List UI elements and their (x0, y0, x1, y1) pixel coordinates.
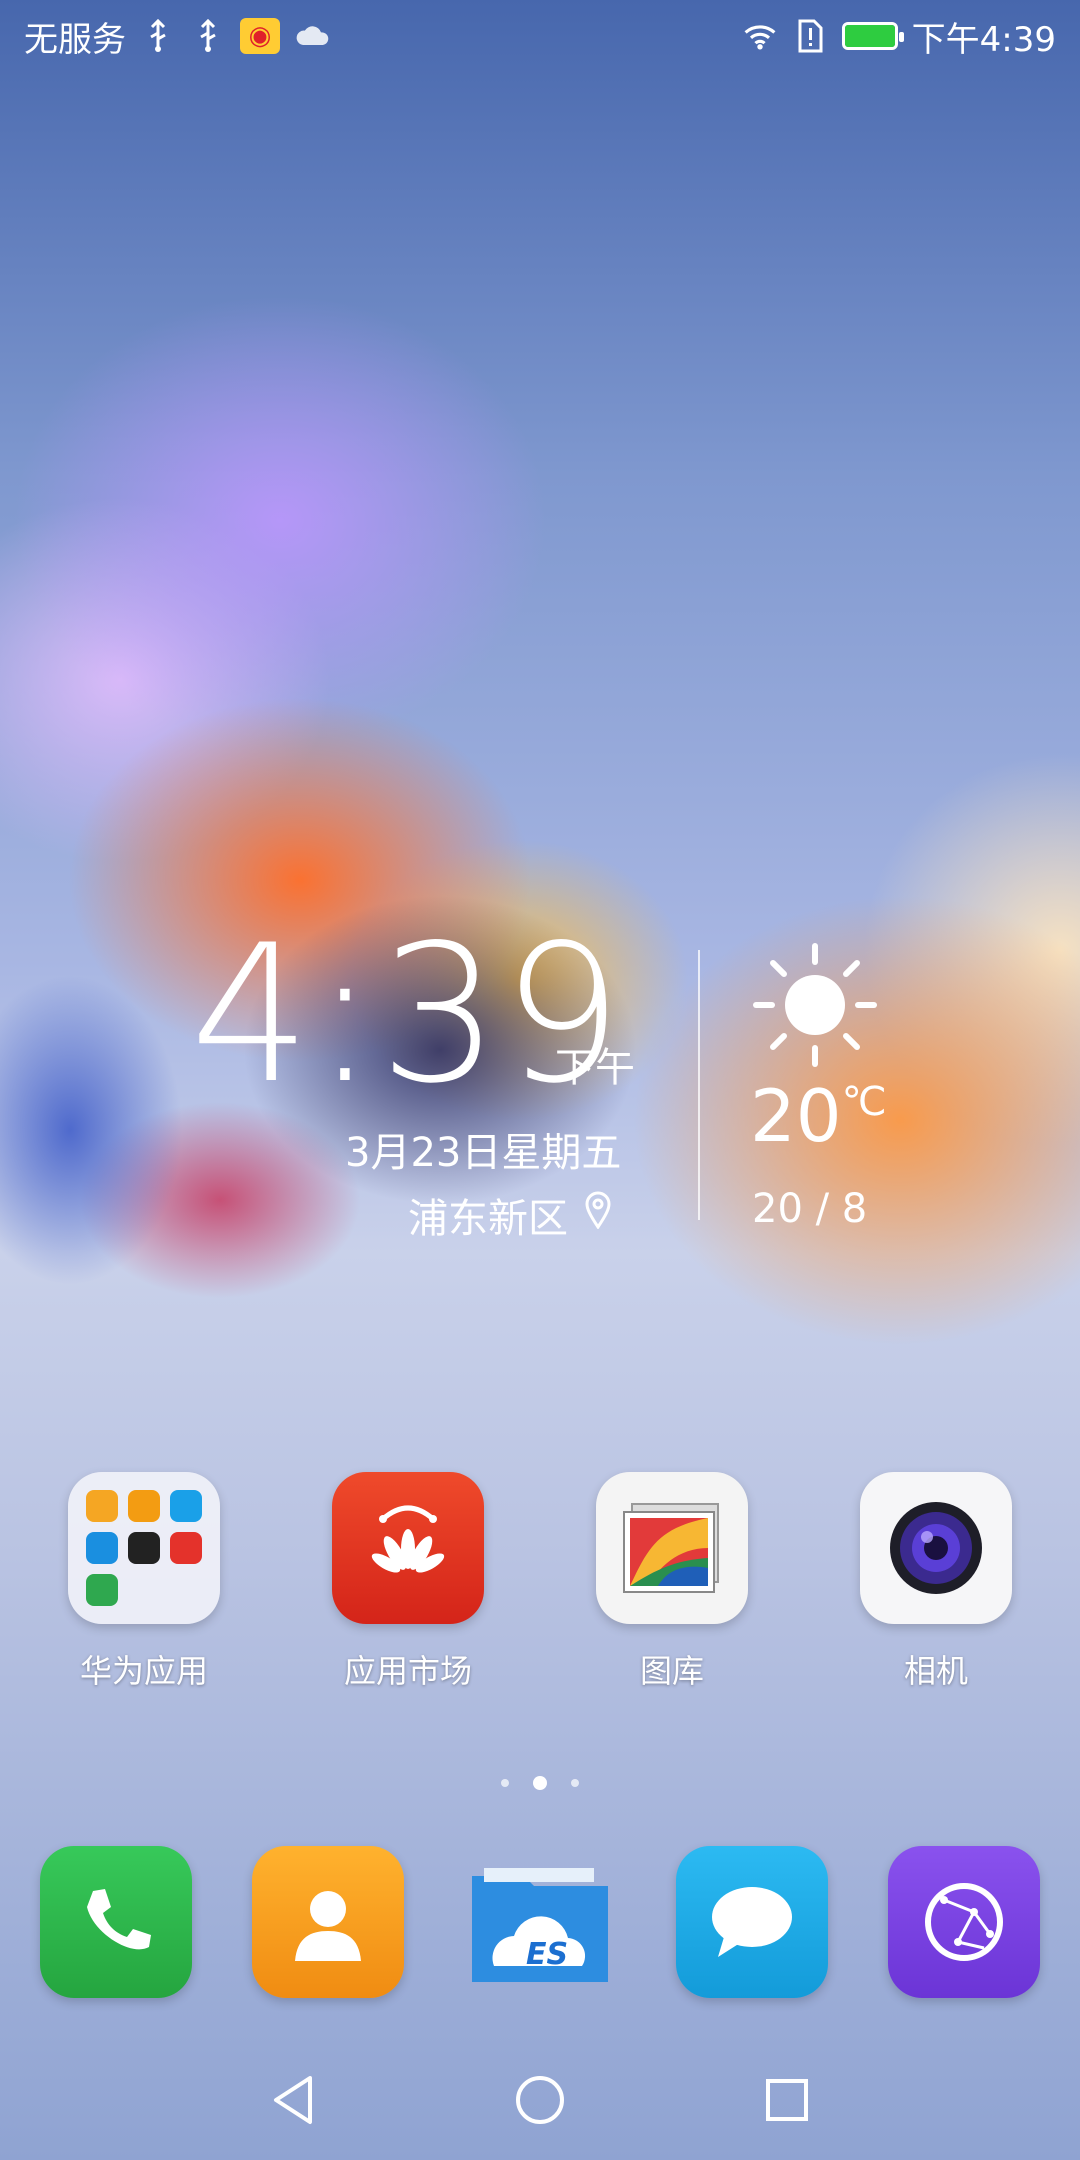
watch-mini-icon (128, 1532, 160, 1564)
health-mini-icon (170, 1490, 202, 1522)
message-icon[interactable] (676, 1846, 828, 1998)
huawei-mini-icon (170, 1532, 202, 1564)
city-label: 浦东新区 (408, 1196, 568, 1242)
cloud-icon (294, 18, 330, 54)
gallery-icon[interactable] (596, 1472, 748, 1624)
temperature-unit: ℃ (841, 1079, 887, 1125)
status-time: 下午4:39 (911, 19, 1056, 60)
navigation-bar (0, 2040, 1080, 2160)
battery-icon (841, 22, 904, 50)
folder-icon[interactable] (68, 1472, 220, 1624)
app-gallery[interactable]: 图库 (572, 1472, 772, 1692)
home-app-row: 华为应用 应用市场 图库 相机 (0, 1472, 1080, 1702)
usb-icon (140, 18, 176, 54)
huawei-store-icon[interactable] (332, 1472, 484, 1624)
location-pin-icon (584, 1191, 612, 1239)
carrier-label: 无服务 (24, 19, 126, 60)
camera-icon[interactable] (860, 1472, 1012, 1624)
wifi-icon (742, 18, 778, 54)
page-dot-active[interactable] (533, 1776, 547, 1790)
hilink-mini-icon (86, 1532, 118, 1564)
page-dot[interactable] (501, 1779, 509, 1787)
recents-icon[interactable] (757, 2070, 817, 2130)
clock-date: 3月23日星期五 (345, 1130, 622, 1176)
sim-alert-icon (792, 18, 828, 54)
backup-mini-icon (86, 1574, 118, 1606)
battery-fill (844, 25, 895, 47)
app-label: 相机 (903, 1652, 968, 1690)
status-bar: 无服务 ◉ 下午4:39 (0, 0, 1080, 72)
widget-divider (698, 950, 700, 1220)
clock-weather-widget[interactable]: 4:39 下午 3月23日星期五 浦东新区 20 ℃ 20 / 8 (0, 900, 1080, 1260)
temperature-value: 20 (750, 1074, 842, 1158)
temperature-range: 20 / 8 (752, 1186, 868, 1232)
phone-icon[interactable] (40, 1846, 192, 1998)
page-dot[interactable] (571, 1779, 579, 1787)
page-indicator[interactable] (0, 1776, 1080, 1790)
es-file-icon[interactable]: ES (464, 1846, 616, 1998)
app-huawei-apps-folder[interactable]: 华为应用 (44, 1472, 244, 1692)
coffee-mini-icon (128, 1490, 160, 1522)
weibo-icon: ◉ (240, 18, 280, 54)
app-huawei-store[interactable]: 应用市场 (308, 1472, 508, 1692)
contacts-icon[interactable] (252, 1846, 404, 1998)
svg-text:ES: ES (526, 1937, 568, 1972)
usb-icon (190, 18, 226, 54)
app-label: 图库 (639, 1652, 704, 1690)
clock-ampm: 下午 (555, 1045, 635, 1091)
temperature: 20 ℃ (750, 1080, 887, 1152)
browser-icon[interactable] (888, 1846, 1040, 1998)
wallet-mini-icon (86, 1490, 118, 1522)
home-icon[interactable] (510, 2070, 570, 2130)
clock-city[interactable]: 浦东新区 (408, 1186, 612, 1244)
dock: ES (0, 1846, 1080, 2002)
back-icon[interactable] (263, 2070, 323, 2130)
app-label: 华为应用 (79, 1652, 208, 1690)
app-label: 应用市场 (343, 1652, 472, 1690)
sun-icon[interactable] (750, 940, 880, 1070)
app-camera[interactable]: 相机 (836, 1472, 1036, 1692)
